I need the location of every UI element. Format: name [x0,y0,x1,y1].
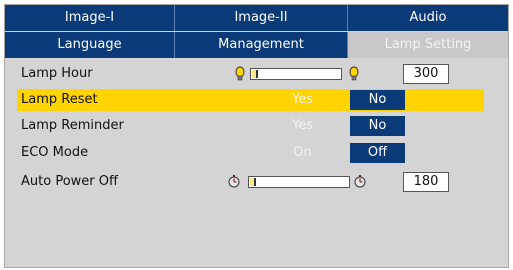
lamp-reset-row[interactable]: Lamp Reset Yes No [17,89,484,111]
tab-row-top: Image-I Image-II Audio [5,5,508,31]
auto-power-off-slider[interactable] [248,176,350,188]
auto-power-off-slider-fill [250,178,256,186]
tab-lamp-setting[interactable]: Lamp Setting [348,32,508,58]
tab-image-1[interactable]: Image-I [5,5,175,31]
eco-mode-on-option[interactable]: On [275,143,330,163]
bulb-bright-icon [349,66,359,81]
timer-icon [228,175,240,188]
lamp-reminder-no-option[interactable]: No [350,116,405,136]
tab-row-bottom: Language Management Lamp Setting [5,32,508,58]
lamp-reminder-yes-option[interactable]: Yes [275,116,330,136]
lamp-reminder-label: Lamp Reminder [21,118,124,133]
lamp-reset-yes-option[interactable]: Yes [275,90,330,110]
lamp-hour-slider-fill [252,70,258,78]
timer-icon [354,175,366,188]
osd-menu: Image-I Image-II Audio Language Manageme… [4,4,509,268]
auto-power-off-label: Auto Power Off [21,174,118,189]
tab-image-2[interactable]: Image-II [175,5,348,31]
tab-management[interactable]: Management [175,32,348,58]
bulb-dim-icon [235,66,245,81]
auto-power-off-value: 180 [403,172,449,192]
lamp-reminder-row: Lamp Reminder Yes No [17,115,484,137]
tab-language[interactable]: Language [5,32,175,58]
lamp-hour-row: Lamp Hour 300 [17,63,484,85]
eco-mode-off-option[interactable]: Off [350,143,405,163]
auto-power-off-row: Auto Power Off 180 [17,171,484,193]
eco-mode-row: ECO Mode On Off [17,142,484,164]
lamp-hour-label: Lamp Hour [21,66,93,81]
lamp-reset-label: Lamp Reset [21,92,98,107]
tab-audio[interactable]: Audio [348,5,508,31]
lamp-reset-no-option[interactable]: No [350,90,405,110]
lamp-hour-value: 300 [403,64,449,84]
lamp-hour-slider[interactable] [250,68,342,80]
eco-mode-label: ECO Mode [21,145,89,160]
